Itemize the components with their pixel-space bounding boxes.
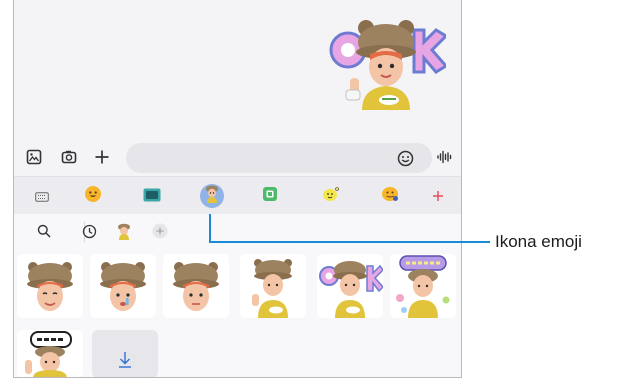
sticker-ok[interactable] [317,254,383,318]
ar-emoji-avatar-icon [205,185,219,207]
sticker-bear-hat-1[interactable] [17,254,83,318]
sticker-tab[interactable] [258,184,282,208]
download-icon [119,352,131,368]
avatar-icon[interactable] [115,222,133,240]
phone-screen [13,0,462,378]
callout-line-vertical [209,214,211,243]
callout-line-horizontal [209,241,490,243]
sticker-bear-hat-2[interactable] [90,254,156,318]
smiley-emoji-icon [84,185,102,207]
sent-sticker-ok[interactable] [326,12,449,110]
recent-clock-icon[interactable] [80,222,98,240]
sticker-sorry[interactable] [17,330,83,377]
message-input[interactable] [126,143,432,173]
add-tab[interactable] [426,184,450,208]
bitmoji-tab[interactable] [319,184,343,208]
chat-area [14,0,461,128]
emoji-tab[interactable] [81,184,105,208]
sticker-thanks[interactable] [390,254,456,318]
sticker-icon [262,186,278,206]
bitmoji-icon [322,186,340,206]
gallery-icon[interactable] [25,148,43,166]
plus-icon[interactable] [93,148,111,166]
voice-waveform-icon[interactable] [435,148,453,166]
gif-tab[interactable] [140,184,164,208]
ar-emoji-tab[interactable] [200,184,224,208]
add-icon[interactable] [151,222,169,240]
plus-icon [432,187,444,206]
gif-icon [143,187,161,206]
emoji-category-bar [14,176,461,215]
sticker-bear-hat-3[interactable] [163,254,229,318]
keyboard-icon [35,187,49,206]
keyboard-tab[interactable] [30,184,54,208]
sticker-bear-hat-4[interactable] [240,254,306,318]
callout-label: Ikona emoji [495,232,582,251]
smiley-icon[interactable] [396,149,414,167]
ar-emoji-sticker-panel [14,214,461,377]
camera-icon[interactable] [60,148,78,166]
live-emoji-icon [381,186,399,206]
composer-row [14,140,461,176]
live-message-tab[interactable] [378,184,402,208]
search-icon[interactable] [35,222,53,240]
sticker-download[interactable] [92,330,158,377]
